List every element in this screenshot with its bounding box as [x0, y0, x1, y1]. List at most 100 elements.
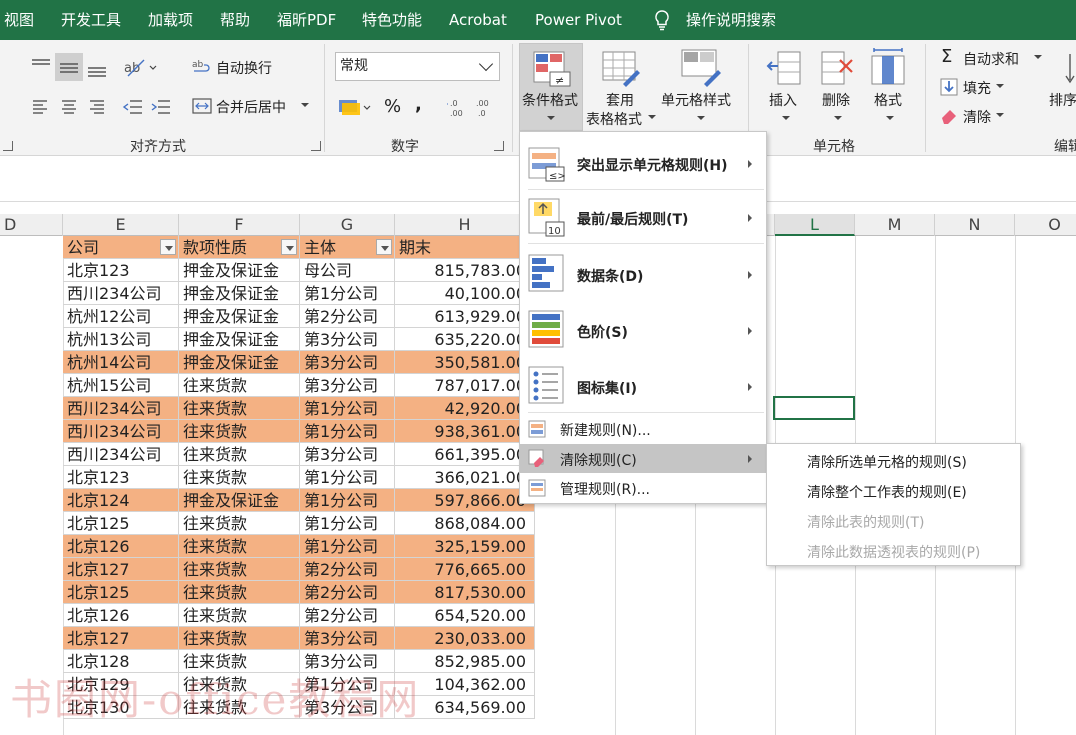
cell-entity[interactable]: 第2分公司	[300, 558, 395, 581]
cell-type[interactable]: 往来货款	[179, 535, 300, 558]
cell-period-end[interactable]: 613,929.00	[395, 305, 535, 328]
orientation-icon[interactable]: ab	[122, 56, 158, 78]
cell-company[interactable]: 北京126	[63, 535, 179, 558]
cell-company[interactable]: 杭州13公司	[63, 328, 179, 351]
cell-period-end[interactable]: 350,581.00	[395, 351, 535, 374]
cell-entity[interactable]: 第1分公司	[300, 420, 395, 443]
cell-period-end[interactable]: 654,520.00	[395, 604, 535, 627]
cell-type[interactable]: 押金及保证金	[179, 259, 300, 282]
cell-type[interactable]: 往来货款	[179, 420, 300, 443]
format-as-table-button[interactable]: 表格格式	[586, 109, 642, 129]
column-header-o[interactable]: O	[1015, 214, 1076, 236]
cell-company[interactable]: 北京125	[63, 581, 179, 604]
cell-entity[interactable]: 第1分公司	[300, 282, 395, 305]
cell-company[interactable]: 西川234公司	[63, 397, 179, 420]
cell-period-end[interactable]: 938,361.00	[395, 420, 535, 443]
cell-entity[interactable]: 第3分公司	[300, 627, 395, 650]
cell-type[interactable]: 往来货款	[179, 397, 300, 420]
column-header-l[interactable]: L	[775, 214, 855, 236]
delete-button[interactable]: 删除	[822, 90, 850, 110]
cell-type[interactable]: 往来货款	[179, 627, 300, 650]
cell-period-end[interactable]: 815,783.00	[395, 259, 535, 282]
header-entity[interactable]: 主体	[300, 236, 395, 259]
cell-style-button[interactable]: 单元格样式	[661, 90, 731, 110]
header-company[interactable]: 公司	[63, 236, 179, 259]
filter-button[interactable]	[376, 239, 392, 255]
cell-period-end[interactable]: 325,159.00	[395, 535, 535, 558]
cell-period-end[interactable]: 868,084.00	[395, 512, 535, 535]
tab-power-pivot[interactable]: Power Pivot	[535, 0, 622, 40]
sort-filter-button[interactable]: 排序	[1049, 90, 1076, 110]
merge-center-dropdown[interactable]	[301, 97, 309, 113]
percent-button[interactable]: %	[384, 96, 401, 117]
cell-period-end[interactable]: 817,530.00	[395, 581, 535, 604]
cell-type[interactable]: 往来货款	[179, 581, 300, 604]
vertical-align-icons[interactable]	[30, 52, 110, 82]
menu-item-highlight-rules[interactable]: ≤> 突出显示单元格规则(H)	[520, 137, 766, 191]
cell-company[interactable]: 西川234公司	[63, 443, 179, 466]
menu-item-manage-rules[interactable]: 管理规则(R)...	[520, 474, 766, 502]
cell-period-end[interactable]: 366,021.00	[395, 466, 535, 489]
header-type[interactable]: 款项性质	[179, 236, 300, 259]
menu-item-clear-rules[interactable]: 清除规则(C)	[520, 444, 766, 473]
column-header-h[interactable]: H	[395, 214, 535, 236]
decimal-buttons-icon[interactable]: .0 .00 .00 .0	[446, 96, 496, 120]
clear-button[interactable]: 清除	[963, 107, 991, 127]
cell-company[interactable]: 北京123	[63, 259, 179, 282]
cell-company[interactable]: 杭州12公司	[63, 305, 179, 328]
cell-company[interactable]: 北京126	[63, 604, 179, 627]
menu-item-new-rule[interactable]: 新建规则(N)...	[520, 415, 766, 443]
menu-item-color-scales[interactable]: 色阶(S)	[520, 304, 766, 358]
cell-entity[interactable]: 第1分公司	[300, 466, 395, 489]
cell-company[interactable]: 北京127	[63, 627, 179, 650]
cell-entity[interactable]: 第1分公司	[300, 535, 395, 558]
fill-button[interactable]: 填充	[963, 78, 991, 98]
cell-period-end[interactable]: 635,220.00	[395, 328, 535, 351]
tab-addins[interactable]: 加载项	[148, 0, 193, 40]
launcher-icon[interactable]	[3, 141, 13, 151]
number-launcher-icon[interactable]	[494, 141, 504, 151]
cell-period-end[interactable]: 230,033.00	[395, 627, 535, 650]
menu-item-icon-sets[interactable]: 图标集(I)	[520, 360, 766, 414]
merge-center-button[interactable]: 合并后居中	[216, 97, 286, 117]
cell-company[interactable]: 北京123	[63, 466, 179, 489]
cell-company[interactable]: 北京127	[63, 558, 179, 581]
cell-company[interactable]: 杭州14公司	[63, 351, 179, 374]
cell-entity[interactable]: 第3分公司	[300, 443, 395, 466]
clear-entire-sheet-rules[interactable]: 清除整个工作表的规则(E)	[807, 482, 967, 502]
comma-button[interactable]: ,	[415, 94, 422, 115]
wrap-text-button[interactable]: 自动换行	[216, 58, 272, 78]
cell-type[interactable]: 往来货款	[179, 512, 300, 535]
cell-entity[interactable]: 第3分公司	[300, 328, 395, 351]
cell-period-end[interactable]: 787,017.00	[395, 374, 535, 397]
filter-button[interactable]	[281, 239, 297, 255]
cell-entity[interactable]: 母公司	[300, 259, 395, 282]
autosum-button[interactable]: 自动求和	[963, 49, 1019, 69]
tab-acrobat[interactable]: Acrobat	[449, 0, 507, 40]
cell-entity[interactable]: 第2分公司	[300, 581, 395, 604]
accounting-format-icon[interactable]	[337, 96, 371, 118]
tab-special-features[interactable]: 特色功能	[362, 0, 422, 40]
cell-type[interactable]: 押金及保证金	[179, 305, 300, 328]
tab-view[interactable]: 视图	[4, 0, 34, 40]
search-tell-me[interactable]: 操作说明搜索	[686, 0, 776, 40]
insert-button[interactable]: 插入	[769, 90, 797, 110]
cell-type[interactable]: 押金及保证金	[179, 489, 300, 512]
cell-entity[interactable]: 第2分公司	[300, 305, 395, 328]
column-header-g[interactable]: G	[300, 214, 395, 236]
cell-type[interactable]: 押金及保证金	[179, 351, 300, 374]
cell-period-end[interactable]: 661,395.00	[395, 443, 535, 466]
cell-company[interactable]: 西川234公司	[63, 282, 179, 305]
cell-entity[interactable]: 第1分公司	[300, 489, 395, 512]
number-format-dropdown[interactable]: 常规	[335, 52, 500, 81]
cell-period-end[interactable]: 776,665.00	[395, 558, 535, 581]
column-header-e[interactable]: E	[63, 214, 179, 236]
horizontal-align-icons[interactable]	[30, 97, 110, 117]
menu-item-top-bottom-rules[interactable]: 10 最前/最后规则(T)	[520, 191, 766, 245]
header-period-end[interactable]: 期末	[395, 236, 535, 259]
cell-entity[interactable]: 第1分公司	[300, 397, 395, 420]
column-header-n[interactable]: N	[935, 214, 1015, 236]
cell-type[interactable]: 往来货款	[179, 443, 300, 466]
cell-type[interactable]: 往来货款	[179, 558, 300, 581]
cell-period-end[interactable]: 42,920.00	[395, 397, 535, 420]
